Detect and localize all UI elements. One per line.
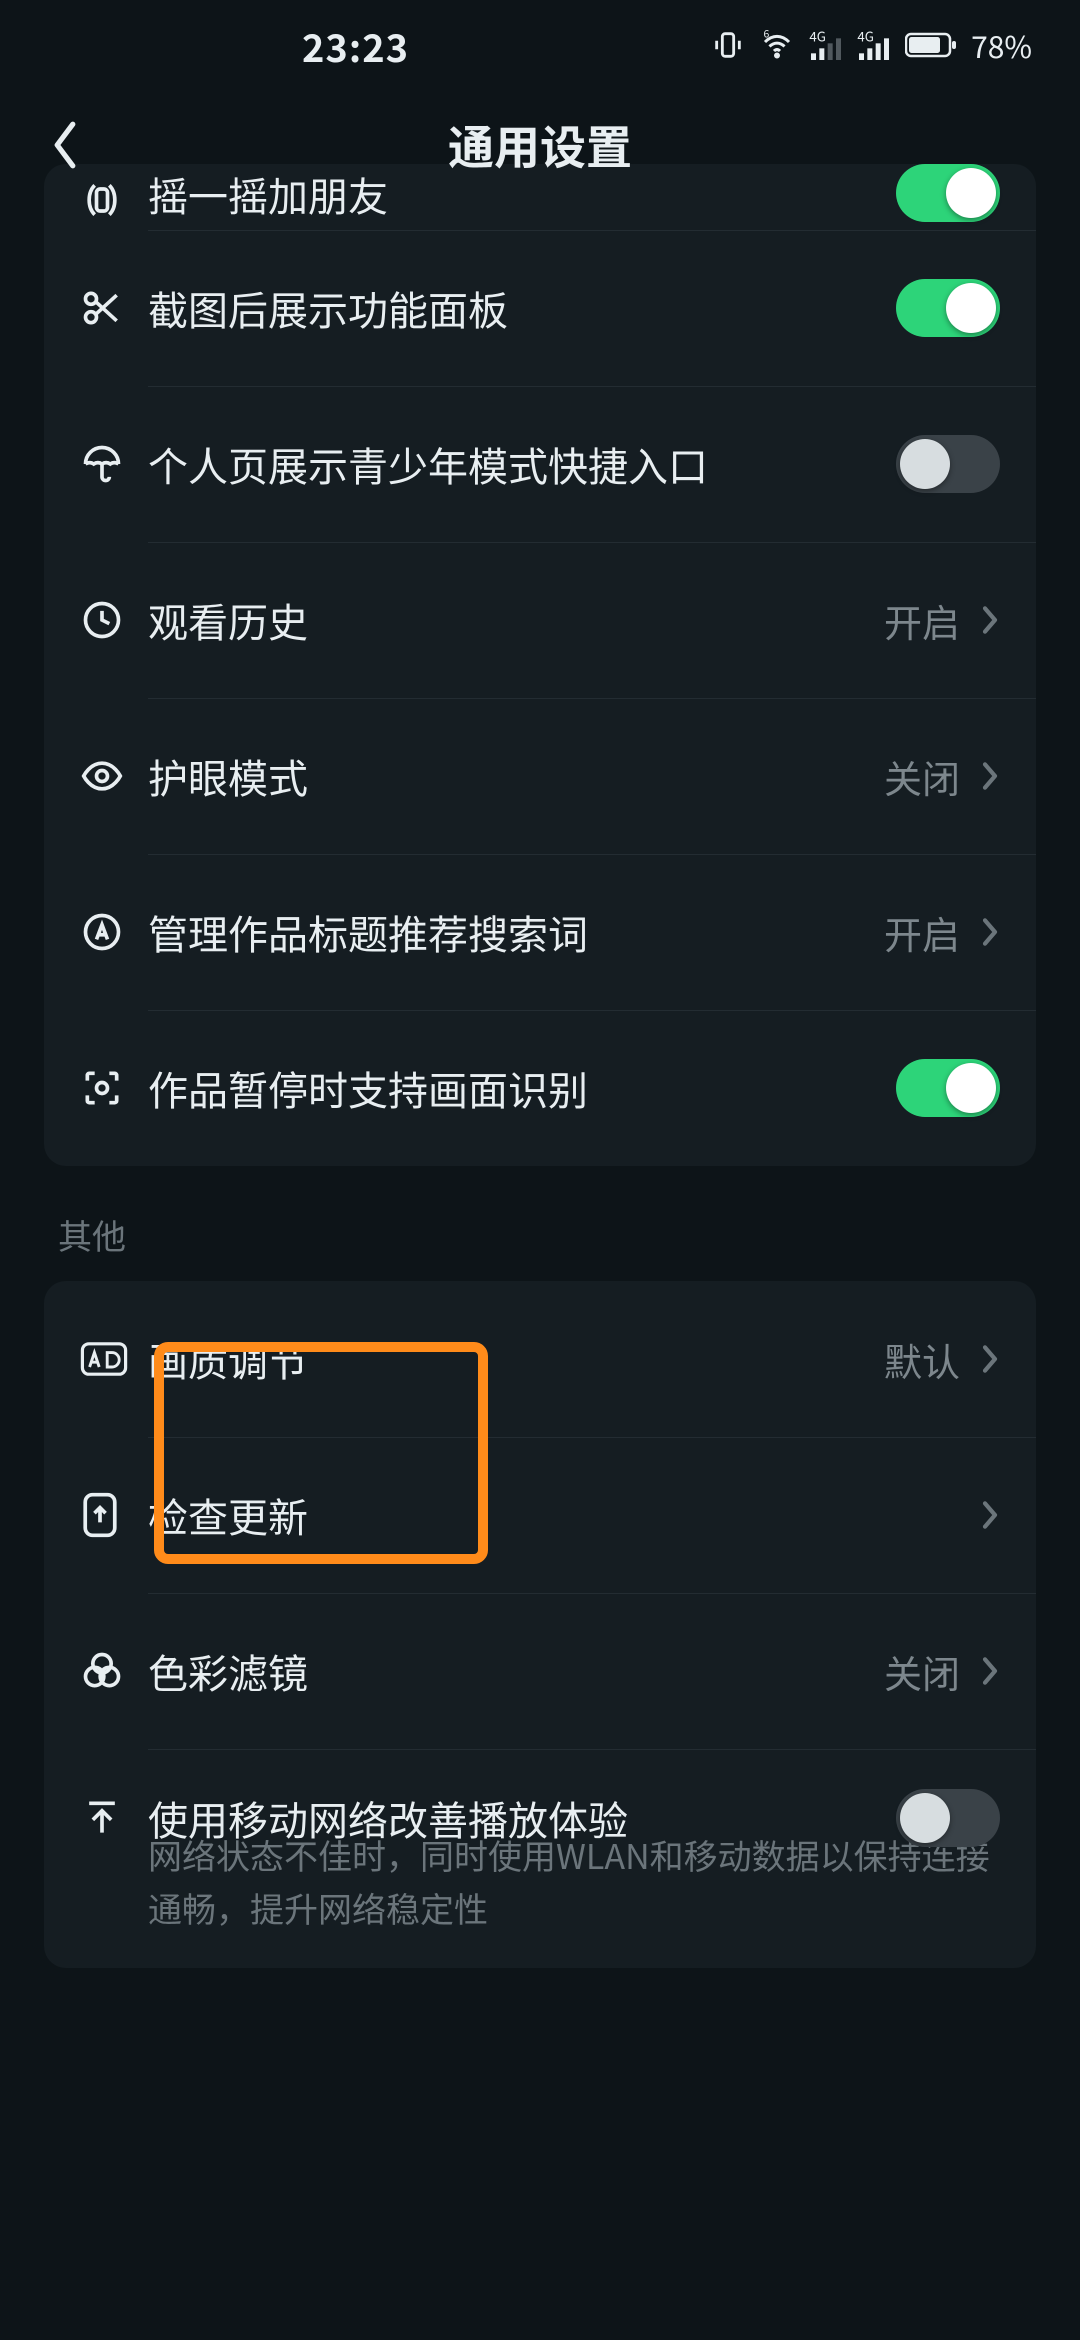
status-bar: 23:23 6 4G 4G 78% [0,0,1080,90]
svg-text:6: 6 [764,27,770,42]
toggle-screenshot[interactable] [896,279,1000,337]
signal-2-icon: 4G [857,30,891,60]
row-label: 作品暂停时支持画面识别 [148,1060,896,1116]
row-value: 默认 [884,1332,960,1387]
toggle-pause-recognition[interactable] [896,1059,1000,1117]
signal-1-icon: 4G [809,30,843,60]
color-filter-icon [80,1649,148,1693]
row-shake-add-friend[interactable]: 摇一摇加朋友 [44,164,1036,230]
row-quality-adjust[interactable]: 画质调节 默认 [44,1281,1036,1437]
status-time: 23:23 [0,18,711,73]
a-circle-icon [80,910,148,954]
status-indicators: 6 4G 4G 78% [711,23,1032,67]
row-value: 关闭 [884,1644,960,1699]
row-teen-mode-shortcut[interactable]: 个人页展示青少年模式快捷入口 [44,386,1036,542]
settings-group-1: 摇一摇加朋友 截图后展示功能面板 个人页展示青少年模式快捷入口 观看历史 开启 [44,164,1036,1166]
eye-icon [80,754,148,798]
svg-text:4G: 4G [809,30,826,46]
chevron-right-icon [980,759,1000,793]
vibrate-icon [711,28,745,62]
wifi-icon: 6 [759,27,795,63]
ad-icon [80,1340,148,1378]
svg-text:4G: 4G [857,30,874,46]
scan-icon [80,1066,148,1110]
row-value: 关闭 [884,749,960,804]
row-check-update[interactable]: 检查更新 [44,1437,1036,1593]
scissors-icon [80,286,148,330]
row-value: 开启 [884,905,960,960]
battery-icon [905,31,957,59]
row-screenshot-panel[interactable]: 截图后展示功能面板 [44,230,1036,386]
battery-percent: 78% [971,23,1032,67]
row-pause-recognition[interactable]: 作品暂停时支持画面识别 [44,1010,1036,1166]
umbrella-icon [80,442,148,486]
toggle-teen-mode[interactable] [896,435,1000,493]
chevron-right-icon [980,1342,1000,1376]
row-value: 开启 [884,593,960,648]
toggle-shake[interactable] [896,164,1000,222]
row-label: 截图后展示功能面板 [148,280,896,336]
row-label: 管理作品标题推荐搜索词 [148,904,884,960]
row-color-filter[interactable]: 色彩滤镜 关闭 [44,1593,1036,1749]
row-mobile-network-boost[interactable]: 使用移动网络改善播放体验 [44,1749,1036,1847]
chevron-right-icon [980,915,1000,949]
chevron-right-icon [980,1498,1000,1532]
row-label: 色彩滤镜 [148,1643,884,1699]
row-label: 观看历史 [148,592,884,648]
chevron-right-icon [980,1654,1000,1688]
row-label: 护眼模式 [148,748,884,804]
row-label: 画质调节 [148,1331,884,1387]
row-label: 个人页展示青少年模式快捷入口 [148,436,896,492]
update-icon [80,1491,148,1539]
row-label: 检查更新 [148,1487,980,1543]
clock-icon [80,598,148,642]
row-label: 使用移动网络改善播放体验 [148,1790,896,1846]
row-subtext: 网络状态不佳时，同时使用WLAN和移动数据以保持连接通畅，提升网络稳定性 [44,1829,1036,1968]
row-eye-protection[interactable]: 护眼模式 关闭 [44,698,1036,854]
row-watch-history[interactable]: 观看历史 开启 [44,542,1036,698]
chevron-right-icon [980,603,1000,637]
upload-icon [80,1796,148,1840]
toggle-mobile-boost[interactable] [896,1789,1000,1847]
row-manage-title-keywords[interactable]: 管理作品标题推荐搜索词 开启 [44,854,1036,1010]
settings-group-2: 画质调节 默认 检查更新 色彩滤镜 关闭 使用移动网络改善播放体 [44,1281,1036,1968]
shake-icon [80,178,148,222]
row-label: 摇一摇加朋友 [148,166,896,222]
section-header-other: 其他 [44,1210,1036,1281]
